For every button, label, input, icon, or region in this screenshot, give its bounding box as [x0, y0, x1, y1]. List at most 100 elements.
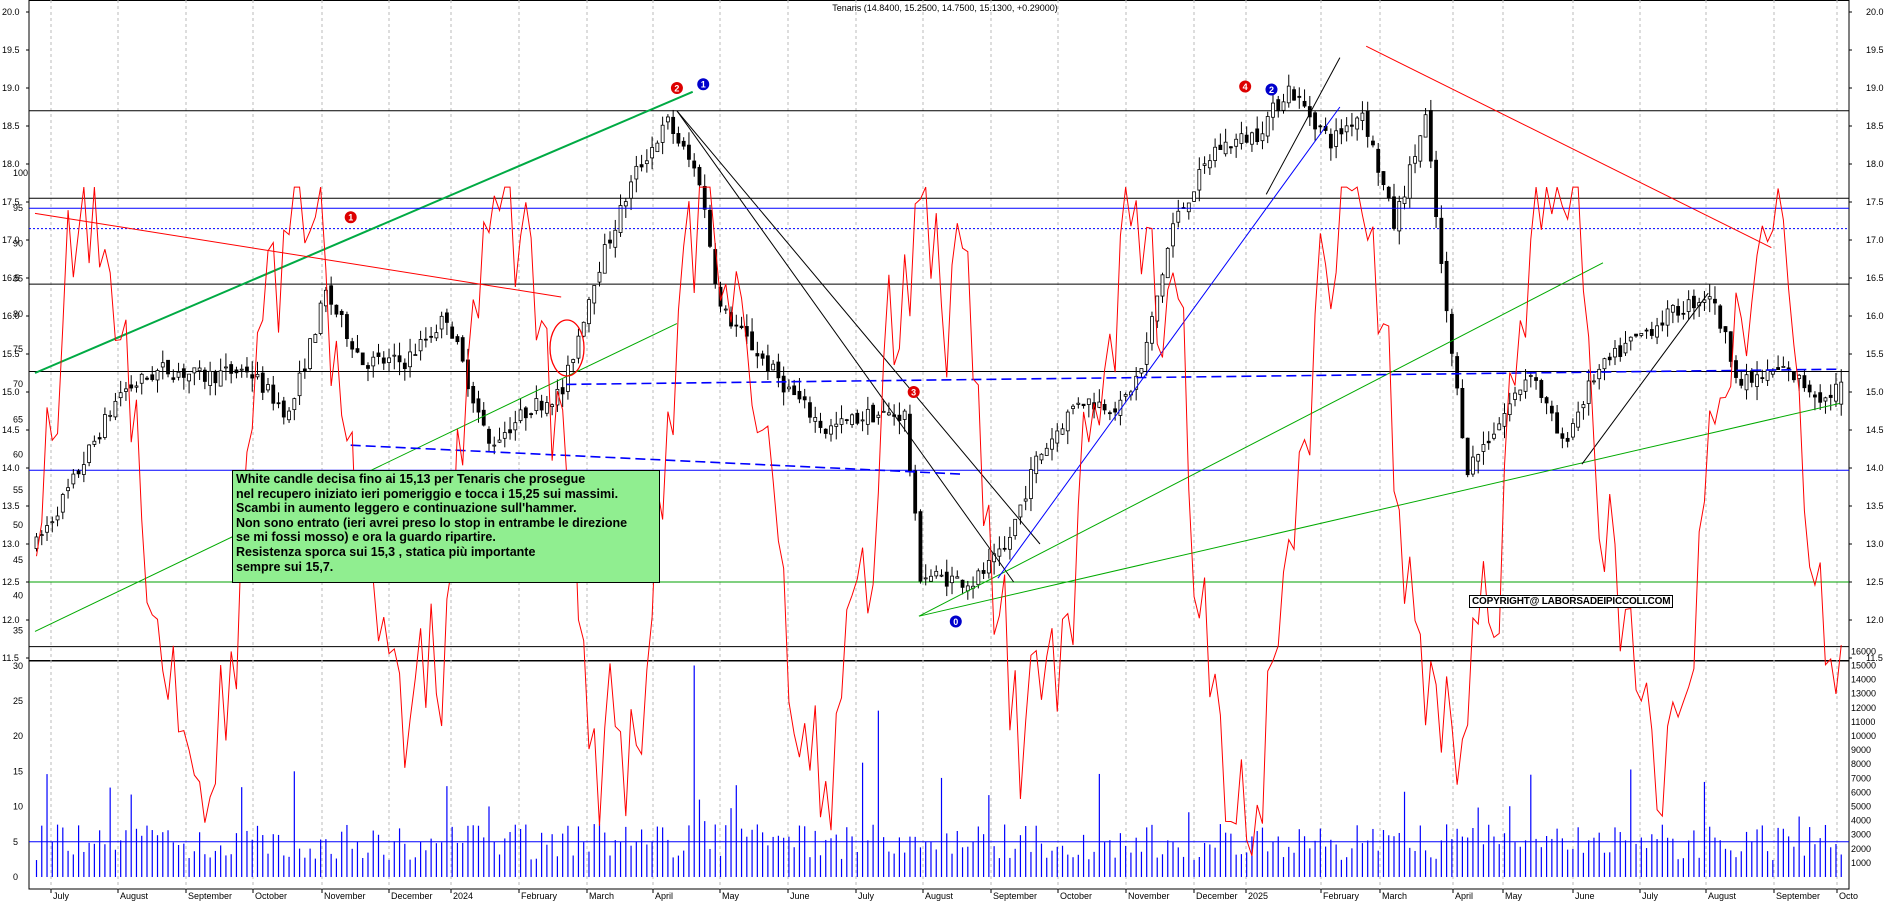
candle-body: [834, 423, 839, 427]
candle-body: [155, 370, 160, 381]
candle-body: [581, 321, 586, 337]
candle-body: [566, 364, 570, 392]
candle-body: [355, 348, 360, 353]
candle-body: [502, 432, 507, 439]
candle-body: [1376, 148, 1381, 173]
candle-body: [1428, 110, 1433, 162]
candle-body: [755, 353, 760, 357]
candle-body: [1397, 201, 1402, 232]
candle-body: [771, 363, 776, 371]
candle-body: [1071, 405, 1075, 409]
analysis-note: White candle decisa fino ai 15,13 per Te…: [232, 470, 660, 583]
candle-body: [208, 370, 213, 386]
candle-body: [1444, 260, 1449, 312]
candle-body: [1081, 403, 1086, 407]
candle-body: [808, 402, 812, 418]
candle-body: [339, 310, 344, 315]
candle-body: [1471, 456, 1475, 475]
indicator-tick-right: 2000: [1851, 844, 1871, 854]
candle-body: [1260, 133, 1265, 142]
candle-body: [1102, 404, 1107, 411]
candle-body: [1334, 130, 1339, 147]
candle-body: [765, 355, 770, 372]
candle-body: [297, 372, 302, 397]
wave-marker-label: 2: [674, 84, 679, 94]
candle-body: [1749, 370, 1754, 383]
candle-body: [1328, 133, 1333, 149]
candle-body: [997, 548, 1002, 557]
candle-body: [1634, 333, 1638, 337]
candle-body: [623, 201, 628, 207]
candle-body: [1439, 217, 1444, 264]
candle-body: [1460, 387, 1465, 439]
candle-body: [513, 422, 518, 431]
indicator-tick-left: 45: [13, 555, 23, 565]
note-line: sempre sui 15,7.: [236, 559, 334, 574]
candle-body: [1239, 133, 1244, 144]
candle-body: [1265, 116, 1270, 137]
candle-body: [1628, 336, 1633, 342]
y-tick-label-left: 20.0: [2, 7, 20, 17]
indicator-tick-left: 20: [13, 731, 23, 741]
indicator-tick-left: 85: [13, 274, 23, 284]
candle-body: [402, 362, 407, 370]
candle-body: [1423, 114, 1428, 138]
candle-body: [876, 414, 881, 418]
candle-body: [1055, 430, 1060, 444]
indicator-tick-left: 55: [13, 485, 23, 495]
candle-body: [376, 352, 381, 357]
y-tick-label-right: 16.5: [1866, 273, 1884, 283]
candle-body: [108, 414, 113, 417]
wave-marker-label: 2: [1269, 85, 1274, 95]
candle-body: [739, 325, 744, 328]
candle-body: [1576, 411, 1581, 428]
candle-body: [229, 364, 234, 374]
candle-body: [829, 425, 833, 435]
candle-body: [839, 418, 844, 425]
indicator-tick-left: 10: [13, 802, 23, 812]
candle-body: [1297, 95, 1302, 98]
candle-body: [1060, 428, 1065, 435]
candle-body: [1218, 144, 1223, 150]
candle-body: [1313, 112, 1317, 130]
candle-body: [1392, 196, 1396, 229]
candle-body: [1802, 375, 1807, 389]
candle-body: [1597, 368, 1602, 380]
x-tick-label: May: [722, 891, 740, 901]
candle-body: [197, 367, 202, 372]
candle-body: [1549, 405, 1554, 414]
x-tick-label: November: [324, 891, 366, 901]
candle-body: [1039, 453, 1044, 461]
candle-body: [587, 299, 591, 325]
candle-body: [1528, 375, 1533, 377]
candle-body: [423, 338, 428, 341]
candle-body: [1644, 329, 1649, 332]
candle-body: [266, 384, 270, 391]
candle-body: [981, 570, 986, 574]
candle-body: [1302, 100, 1307, 107]
candle-body: [481, 409, 486, 426]
indicator-tick-right: 8000: [1851, 759, 1871, 769]
x-tick-label: November: [1128, 891, 1170, 901]
candle-body: [139, 373, 144, 384]
y-tick-label-left: 12.0: [2, 615, 20, 625]
candle-body: [665, 116, 670, 123]
candle-body: [986, 560, 991, 574]
note-line: Non sono entrato (ieri avrei preso lo st…: [236, 515, 628, 530]
indicator-tick-right: 10000: [1851, 731, 1876, 741]
candle-body: [929, 575, 933, 582]
candle-body: [1202, 163, 1207, 166]
candle-body: [734, 324, 739, 327]
candle-body: [855, 412, 860, 424]
candle-body: [39, 534, 44, 536]
candle-body: [81, 464, 86, 475]
candle-body: [792, 385, 797, 396]
candle-body: [960, 579, 965, 588]
candle-body: [145, 377, 149, 380]
candle-body: [1244, 134, 1249, 143]
candle-body: [1292, 89, 1296, 101]
candle-body: [681, 140, 686, 147]
y-tick-label-right: 15.5: [1866, 349, 1884, 359]
indicator-tick-left: 90: [13, 238, 23, 248]
candle-body: [760, 353, 765, 359]
